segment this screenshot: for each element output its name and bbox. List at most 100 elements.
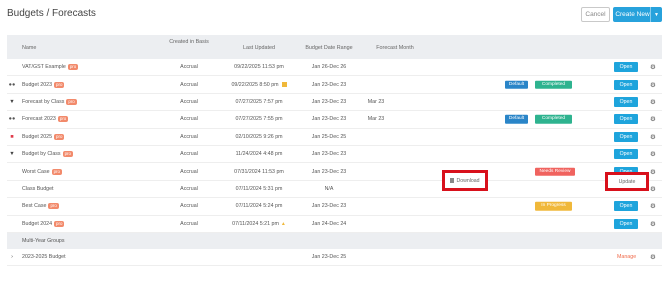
last-updated: 07/27/2025 7:57 pm: [235, 98, 283, 105]
open-button[interactable]: Open: [614, 62, 638, 73]
budget-name[interactable]: Budget by Class pro: [22, 151, 73, 158]
gear-icon[interactable]: ⚙: [650, 115, 656, 123]
col-updated: Last Updated: [242, 45, 276, 51]
date-range: Jan 23-Dec 23: [311, 168, 347, 175]
col-basis: Created in Basis: [169, 39, 209, 45]
table-row[interactable]: Budget 2024 pro Accrual 07/11/2024 5:21 pm ▲…: [7, 216, 662, 233]
status-badge: Completed: [535, 115, 572, 124]
budget-name[interactable]: Forecast 2023 pro: [22, 116, 69, 123]
open-button[interactable]: Open: [614, 218, 638, 229]
last-updated: 02/10/2025 9:26 pm: [235, 133, 283, 140]
create-new-button[interactable]: Create New ▼: [613, 7, 662, 22]
group-row[interactable]: › 2023-2025 Budget Jan 23-Dec 25 Manage …: [7, 249, 662, 267]
budget-name[interactable]: Budget 2025 pro: [22, 133, 65, 140]
gear-icon[interactable]: ⚙: [650, 133, 656, 141]
chevron-down-icon[interactable]: ▼: [650, 7, 662, 22]
date-range: Jan 23-Dec 23: [311, 203, 347, 210]
group-header-row: Multi-Year Groups: [7, 232, 662, 249]
date-range: Jan 23-Dec 23: [311, 81, 347, 88]
default-badge: Default: [505, 80, 528, 89]
budget-name[interactable]: Budget 2024 pro: [22, 220, 65, 227]
basis: Accrual: [180, 81, 198, 88]
col-month: Forecast Month: [376, 45, 414, 51]
budget-name[interactable]: Worst Case pro: [22, 168, 62, 175]
status-badge: Completed: [535, 80, 572, 89]
create-new-label[interactable]: Create New: [613, 11, 650, 18]
open-button[interactable]: Open: [614, 201, 638, 212]
basis: Accrual: [180, 116, 198, 123]
gear-icon[interactable]: ⚙: [650, 202, 656, 210]
pro-badge: pro: [51, 168, 62, 175]
gear-icon[interactable]: ⚙: [650, 150, 656, 158]
cancel-button[interactable]: Cancel: [581, 7, 610, 22]
open-button[interactable]: Open: [614, 96, 638, 107]
gear-icon[interactable]: ⚙: [650, 98, 656, 106]
table-row[interactable]: Best Case pro Accrual 07/11/2024 5:24 pm Jan…: [7, 198, 662, 216]
table-row[interactable]: ▼ Forecast by Class pro Accrual 07/27/2025 7…: [7, 94, 662, 112]
last-updated: 07/11/2024 5:31 pm: [235, 185, 283, 192]
table-row[interactable]: Class Budget Accrual 07/11/2024 5:31 pm N/A…: [7, 181, 662, 199]
last-updated: 09/22/2025 8:50 pm: [222, 82, 296, 88]
manage-button[interactable]: Manage: [617, 254, 636, 260]
budget-name[interactable]: Budget 2023 pro: [22, 81, 65, 88]
status-badge: Needs Review: [535, 167, 575, 176]
table-row[interactable]: ■ Budget 2025 pro Accrual 02/10/2025 9:26 pm…: [7, 129, 662, 146]
last-updated: 09/22/2025 11:53 pm: [234, 64, 284, 71]
users-icon: ●●: [8, 81, 16, 88]
table-row[interactable]: Worst Case pro Accrual 07/31/2024 11:53 pm J…: [7, 163, 662, 181]
pro-badge: pro: [54, 220, 65, 227]
open-button[interactable]: Open: [614, 149, 638, 160]
gear-icon[interactable]: ⚙: [650, 81, 656, 89]
last-updated: 07/11/2024 5:24 pm: [235, 203, 283, 210]
budget-name[interactable]: Best Case pro: [22, 203, 59, 210]
table-row[interactable]: ●● Budget 2023 pro Accrual 09/22/2025 8:50 p…: [7, 76, 662, 94]
basis: Accrual: [180, 98, 198, 105]
group-range: Jan 23-Dec 25: [311, 254, 347, 261]
gear-icon[interactable]: ⚙: [650, 185, 656, 193]
date-range: N/A: [324, 185, 334, 192]
budget-name[interactable]: Class Budget: [22, 186, 54, 192]
pro-badge: pro: [57, 116, 69, 123]
expand-icon[interactable]: ›: [8, 254, 16, 260]
basis: Accrual: [180, 168, 198, 175]
file-icon: [450, 178, 455, 183]
pro-badge: pro: [62, 151, 73, 158]
warning-icon: [281, 81, 287, 87]
basis: Accrual: [180, 203, 198, 210]
gear-icon[interactable]: ⚙: [650, 63, 656, 71]
open-button[interactable]: Open: [614, 79, 638, 90]
basis: Accrual: [180, 220, 198, 227]
table-row[interactable]: ▼ Budget by Class pro Accrual 11/24/2024 4:4…: [7, 146, 662, 164]
forecast-month: Mar 23: [367, 116, 385, 123]
status-badge: In Progress: [535, 202, 572, 211]
table-row[interactable]: ●● Forecast 2023 pro Accrual 07/27/2025 7:55…: [7, 111, 662, 129]
date-range: Jan 26-Dec 26: [311, 64, 347, 71]
budget-name[interactable]: Forecast by Class pro: [22, 98, 77, 105]
lock-icon: ■: [10, 133, 14, 140]
table-header: Name Created in Basis Last Updated Budge…: [7, 35, 662, 59]
pro-badge: pro: [67, 64, 79, 71]
gear-icon[interactable]: ⚙: [650, 253, 656, 261]
basis: Accrual: [180, 133, 198, 140]
page-title: Budgets / Forecasts: [7, 8, 96, 19]
group-name: 2023-2025 Budget: [22, 254, 66, 261]
pro-badge: pro: [66, 98, 77, 105]
basis: Accrual: [180, 64, 198, 71]
last-updated: 11/24/2024 4:48 pm: [235, 151, 283, 158]
basis: Accrual: [180, 185, 198, 192]
pro-badge: pro: [54, 81, 65, 88]
open-button[interactable]: Open: [614, 131, 638, 142]
open-button[interactable]: Open: [614, 114, 638, 125]
gear-icon[interactable]: ⚙: [650, 220, 656, 228]
budget-name[interactable]: VAT/GST Example pro: [22, 64, 79, 71]
last-updated: 07/31/2024 11:53 pm: [234, 168, 284, 175]
update-button[interactable]: Update: [605, 172, 649, 191]
download-button[interactable]: Download: [442, 170, 488, 191]
basis: Accrual: [180, 151, 198, 158]
col-name: Name: [22, 45, 37, 51]
date-range: Jan 25-Dec 25: [311, 133, 347, 140]
pro-badge: pro: [48, 203, 59, 210]
gear-icon[interactable]: ⚙: [650, 168, 656, 176]
warning-icon: ▲: [280, 220, 286, 227]
table-row[interactable]: VAT/GST Example pro Accrual 09/22/2025 11:5…: [7, 59, 662, 77]
